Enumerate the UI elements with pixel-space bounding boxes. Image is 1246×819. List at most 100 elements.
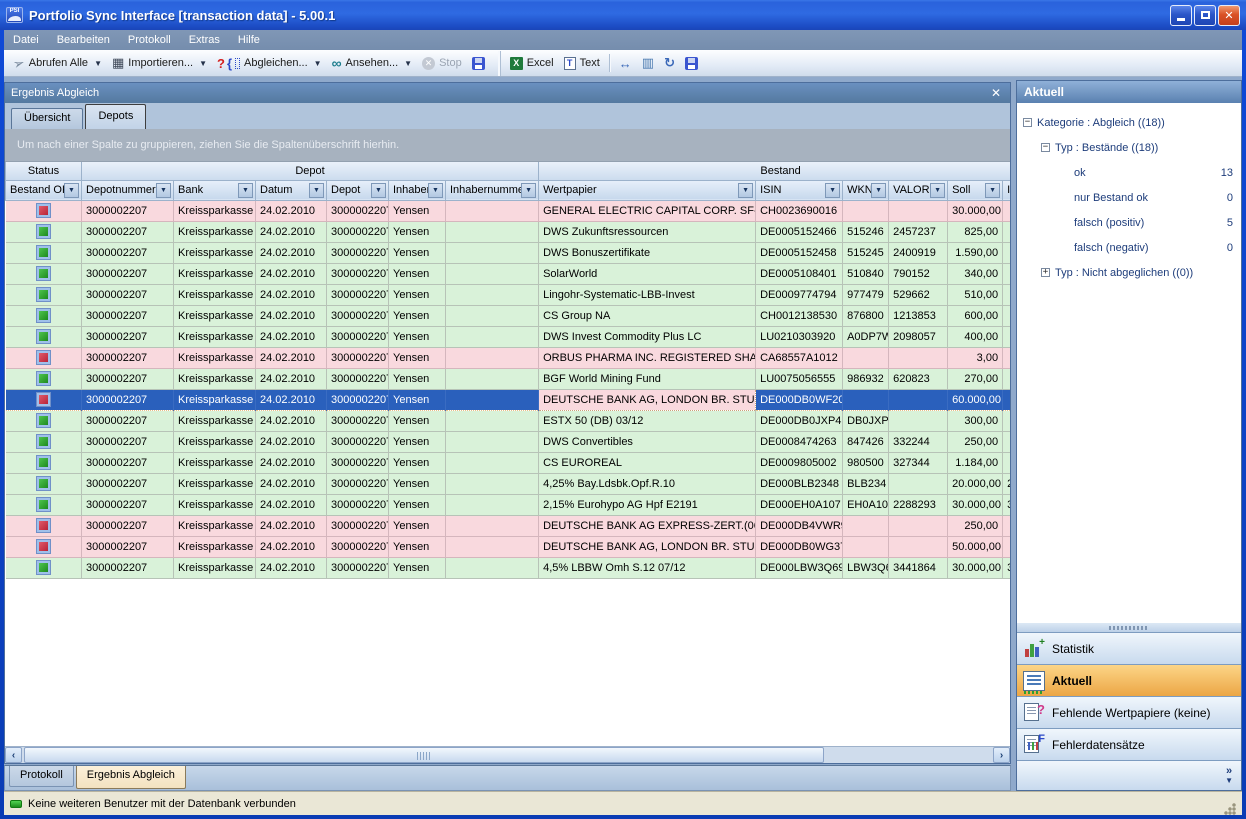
tab-depots[interactable]: Depots <box>85 104 146 129</box>
fit-width-button[interactable]: ↔ <box>614 52 637 74</box>
scrollbar-track[interactable] <box>824 747 993 763</box>
nav-item-fehlende-wertpapiere[interactable]: ?Fehlende Wertpapiere (keine) <box>1017 696 1241 728</box>
table-row[interactable]: 3000002207Kreissparkasse24.02.2010300000… <box>6 473 1011 494</box>
nav-item-aktuell[interactable]: Aktuell <box>1017 664 1241 696</box>
excel-export-button[interactable]: X Excel <box>505 52 559 74</box>
filter-dropdown-icon[interactable]: ▼ <box>156 183 171 198</box>
sidebar-splitter[interactable] <box>1017 623 1241 632</box>
text-export-button[interactable]: T Text <box>559 52 605 74</box>
menu-item-datei[interactable]: Datei <box>4 31 48 49</box>
importieren-button[interactable]: ▦ Importieren... ▼ <box>107 52 212 74</box>
column-header-depot[interactable]: Depot▼ <box>327 180 389 200</box>
maximize-button[interactable] <box>1194 5 1216 26</box>
column-header-isin[interactable]: ISIN▼ <box>756 180 843 200</box>
save-button[interactable] <box>467 52 490 74</box>
tree-item[interactable]: +Typ : Nicht abgeglichen ((0)) <box>1017 260 1241 285</box>
horizontal-scrollbar[interactable]: ‹ › <box>5 746 1010 763</box>
configure-buttons-icon[interactable]: »▼ <box>1225 766 1233 786</box>
table-row[interactable]: 3000002207Kreissparkasse24.02.2010300000… <box>6 326 1011 347</box>
table-row[interactable]: 3000002207Kreissparkasse24.02.2010300000… <box>6 242 1011 263</box>
abrufen-alle-button[interactable]: ➢ Abrufen Alle ▼ <box>8 52 107 74</box>
collapse-icon[interactable]: − <box>1041 143 1050 152</box>
column-header-wertpapier[interactable]: Wertpapier▼ <box>539 180 756 200</box>
panel-close-icon[interactable]: ✕ <box>988 86 1004 100</box>
column-header-wkn[interactable]: WKN▼ <box>843 180 889 200</box>
table-row[interactable]: 3000002207Kreissparkasse24.02.2010300000… <box>6 368 1011 389</box>
abgleichen-button[interactable]: ?{ Abgleichen... ▼ <box>212 52 327 74</box>
table-row[interactable]: 3000002207Kreissparkasse24.02.2010300000… <box>6 221 1011 242</box>
cell-datum: 24.02.2010 <box>256 389 327 410</box>
chevron-down-icon[interactable]: ▼ <box>404 59 412 68</box>
scroll-left-button[interactable]: ‹ <box>5 747 22 763</box>
table-row[interactable]: 3000002207Kreissparkasse24.02.2010300000… <box>6 284 1011 305</box>
filter-dropdown-icon[interactable]: ▼ <box>825 183 840 198</box>
filter-dropdown-icon[interactable]: ▼ <box>64 183 79 198</box>
table-row[interactable]: 3000002207Kreissparkasse24.02.2010300000… <box>6 263 1011 284</box>
bottom-tab-protokoll[interactable]: Protokoll <box>9 766 74 787</box>
table-row[interactable]: 3000002207Kreissparkasse24.02.2010300000… <box>6 431 1011 452</box>
filter-dropdown-icon[interactable]: ▼ <box>428 183 443 198</box>
menu-item-bearbeiten[interactable]: Bearbeiten <box>48 31 119 49</box>
chevron-down-icon[interactable]: ▼ <box>94 59 102 68</box>
save-layout-button[interactable] <box>680 52 703 74</box>
scrollbar-thumb[interactable] <box>24 747 824 763</box>
column-header-inhabernummer[interactable]: Inhabernummer▼ <box>446 180 539 200</box>
tree-item[interactable]: ok13 <box>1017 160 1241 185</box>
filter-dropdown-icon[interactable]: ▼ <box>309 183 324 198</box>
table-row[interactable]: 3000002207Kreissparkasse24.02.2010300000… <box>6 515 1011 536</box>
refresh-button[interactable]: ↻ <box>659 52 680 74</box>
tree-item[interactable]: falsch (positiv)5 <box>1017 210 1241 235</box>
expand-icon[interactable]: + <box>1041 268 1050 277</box>
filter-dropdown-icon[interactable]: ▼ <box>371 183 386 198</box>
column-header-soll[interactable]: Soll▼ <box>948 180 1003 200</box>
filter-dropdown-icon[interactable]: ▼ <box>930 183 945 198</box>
close-button[interactable]: ✕ <box>1218 5 1240 26</box>
filter-dropdown-icon[interactable]: ▼ <box>238 183 253 198</box>
table-row[interactable]: 3000002207Kreissparkasse24.02.2010300000… <box>6 200 1011 221</box>
collapse-icon[interactable]: − <box>1023 118 1032 127</box>
filter-dropdown-icon[interactable]: ▼ <box>871 183 886 198</box>
column-header-datum[interactable]: Datum▼ <box>256 180 327 200</box>
column-header-bank[interactable]: Bank▼ <box>174 180 256 200</box>
table-row[interactable]: 3000002207Kreissparkasse24.02.2010300000… <box>6 557 1011 578</box>
nav-item-statistik[interactable]: +Statistik <box>1017 632 1241 664</box>
column-header-bestand-ok[interactable]: Bestand OK▼ <box>6 180 82 200</box>
table-row[interactable]: 3000002207Kreissparkasse24.02.2010300000… <box>6 452 1011 473</box>
column-header-depotnummer[interactable]: Depotnummer▼ <box>82 180 174 200</box>
table-row[interactable]: 3000002207Kreissparkasse24.02.2010300000… <box>6 410 1011 431</box>
column-header-inhaber[interactable]: Inhaber▼ <box>389 180 446 200</box>
column-header-valor[interactable]: VALOR▼ <box>889 180 948 200</box>
nav-item-fehlerdatensaetze[interactable]: FFehlerdatensätze <box>1017 728 1241 760</box>
chevron-down-icon[interactable]: ▼ <box>314 59 322 68</box>
menu-item-extras[interactable]: Extras <box>180 31 229 49</box>
table-row[interactable]: 3000002207Kreissparkasse24.02.2010300000… <box>6 536 1011 557</box>
table-row[interactable]: 3000002207Kreissparkasse24.02.2010300000… <box>6 305 1011 326</box>
filter-dropdown-icon[interactable]: ▼ <box>521 183 536 198</box>
filter-dropdown-icon[interactable]: ▼ <box>985 183 1000 198</box>
fit-width-icon: ↔ <box>619 56 632 71</box>
menu-item-protokoll[interactable]: Protokoll <box>119 31 180 49</box>
bottom-tab-ergebnis-abgleich[interactable]: Ergebnis Abgleich <box>76 766 186 789</box>
ansehen-button[interactable]: ∞ Ansehen... ▼ <box>327 52 418 74</box>
table-row[interactable]: 3000002207Kreissparkasse24.02.2010300000… <box>6 389 1011 410</box>
menu-item-hilfe[interactable]: Hilfe <box>229 31 269 49</box>
table-row[interactable]: 3000002207Kreissparkasse24.02.2010300000… <box>6 347 1011 368</box>
groupby-bar[interactable]: Um nach einer Spalte zu gruppieren, zieh… <box>5 129 1010 162</box>
tree-item[interactable]: nur Bestand ok0 <box>1017 185 1241 210</box>
cell-inhaber: Yensen <box>389 326 446 347</box>
tree-item[interactable]: −Kategorie : Abgleich ((18)) <box>1017 110 1241 135</box>
column-header-ist[interactable]: Ist <box>1003 180 1010 200</box>
best-fit-columns-button[interactable]: ▥ <box>637 52 659 74</box>
minimize-button[interactable] <box>1170 5 1192 26</box>
cell-ist <box>1003 515 1010 536</box>
stop-button[interactable]: ✕ Stop <box>417 52 467 74</box>
tree-item[interactable]: falsch (negativ)0 <box>1017 235 1241 260</box>
tree-item[interactable]: −Typ : Bestände ((18)) <box>1017 135 1241 160</box>
chevron-down-icon[interactable]: ▼ <box>199 59 207 68</box>
table-row[interactable]: 3000002207Kreissparkasse24.02.2010300000… <box>6 494 1011 515</box>
filter-dropdown-icon[interactable]: ▼ <box>738 183 753 198</box>
cell-depotnummer: 3000002207 <box>82 242 174 263</box>
tab-übersicht[interactable]: Übersicht <box>11 108 83 129</box>
resize-grip[interactable] <box>1222 801 1236 815</box>
scroll-right-button[interactable]: › <box>993 747 1010 763</box>
